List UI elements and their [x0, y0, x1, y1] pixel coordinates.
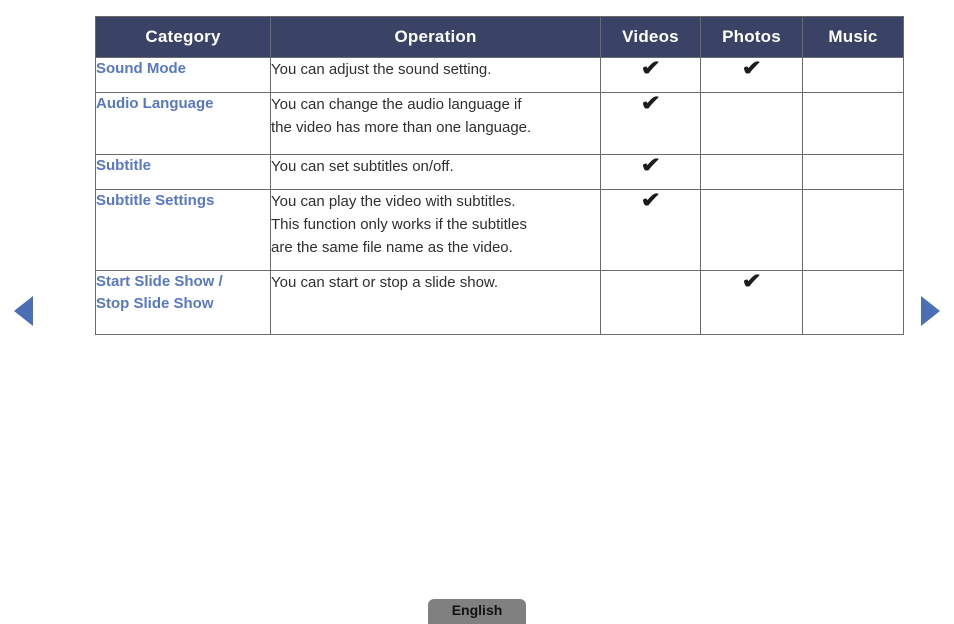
cell-videos: ✔ [600, 57, 701, 93]
triangle-right-icon[interactable] [921, 296, 940, 326]
cell-category: Audio Language [95, 92, 271, 155]
cell-operation: You can start or stop a slide show. [270, 270, 601, 335]
cell-operation: You can play the video with subtitles. T… [270, 189, 601, 271]
column-header-operation: Operation [270, 16, 601, 58]
cell-music [802, 154, 904, 190]
cell-music [802, 92, 904, 155]
cell-videos [600, 270, 701, 335]
checkmark-icon: ✔ [640, 154, 661, 177]
cell-photos [700, 92, 803, 155]
cell-videos: ✔ [600, 92, 701, 155]
feature-table: Category Operation Videos Photos Music S… [95, 16, 904, 335]
cell-category: Start Slide Show / Stop Slide Show [95, 270, 271, 335]
table-header-row: Category Operation Videos Photos Music [95, 16, 904, 58]
cell-videos: ✔ [600, 189, 701, 271]
checkmark-icon: ✔ [640, 189, 661, 212]
cell-category: Subtitle Settings [95, 189, 271, 271]
checkmark-icon: ✔ [640, 92, 661, 115]
cell-category: Sound Mode [95, 57, 271, 93]
cell-photos [700, 189, 803, 271]
cell-operation: You can adjust the sound setting. [270, 57, 601, 93]
cell-music [802, 57, 904, 93]
column-header-videos: Videos [600, 16, 701, 58]
language-button[interactable]: English [428, 599, 526, 624]
table-row: Start Slide Show / Stop Slide Show You c… [95, 270, 904, 335]
column-header-photos: Photos [700, 16, 803, 58]
cell-music [802, 189, 904, 271]
feature-table-container: Category Operation Videos Photos Music S… [95, 16, 904, 335]
table-row: Audio Language You can change the audio … [95, 92, 904, 155]
cell-videos: ✔ [600, 154, 701, 190]
cell-operation: You can set subtitles on/off. [270, 154, 601, 190]
checkmark-icon: ✔ [640, 57, 661, 80]
cell-photos: ✔ [700, 57, 803, 93]
cell-operation: You can change the audio language if the… [270, 92, 601, 155]
table-row: Subtitle Settings You can play the video… [95, 189, 904, 271]
checkmark-icon: ✔ [741, 57, 762, 80]
cell-photos: ✔ [700, 270, 803, 335]
triangle-left-icon[interactable] [14, 296, 33, 326]
column-header-music: Music [802, 16, 904, 58]
table-row: Subtitle You can set subtitles on/off. ✔ [95, 154, 904, 190]
checkmark-icon: ✔ [741, 270, 762, 293]
table-row: Sound Mode You can adjust the sound sett… [95, 57, 904, 93]
cell-photos [700, 154, 803, 190]
cell-music [802, 270, 904, 335]
column-header-category: Category [95, 16, 271, 58]
cell-category: Subtitle [95, 154, 271, 190]
